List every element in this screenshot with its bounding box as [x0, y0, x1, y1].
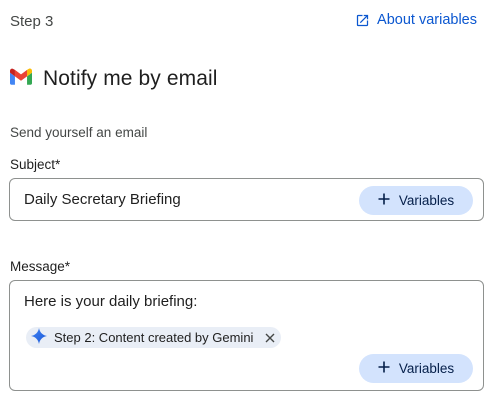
- message-label: Message*: [10, 259, 71, 274]
- about-variables-link[interactable]: About variables: [355, 12, 477, 28]
- variable-chip-label: Step 2: Content created by Gemini: [54, 330, 254, 345]
- plus-icon: [378, 193, 390, 208]
- message-text[interactable]: Here is your daily briefing:: [24, 293, 197, 310]
- open-in-new-icon: [355, 13, 370, 28]
- plus-icon: [378, 361, 390, 376]
- gmail-icon: [10, 68, 32, 90]
- subject-variables-button[interactable]: Variables: [359, 186, 473, 215]
- variables-button-label: Variables: [398, 193, 455, 208]
- message-field[interactable]: Here is your daily briefing: Step 2: Con…: [9, 280, 484, 391]
- action-title-row: Notify me by email: [10, 67, 218, 91]
- subject-value[interactable]: Daily Secretary Briefing: [24, 191, 181, 208]
- action-description: Send yourself an email: [10, 125, 148, 140]
- email-step-panel: Step 3 About variables Notify me by emai…: [0, 0, 499, 408]
- step-label: Step 3: [10, 13, 54, 30]
- about-variables-label: About variables: [377, 12, 477, 28]
- message-variables-button[interactable]: Variables: [359, 354, 473, 383]
- action-title: Notify me by email: [43, 67, 218, 90]
- subject-field[interactable]: Daily Secretary Briefing Variables: [9, 178, 484, 221]
- remove-chip-close-icon[interactable]: [265, 333, 275, 343]
- variable-chip[interactable]: Step 2: Content created by Gemini: [26, 327, 282, 348]
- gemini-sparkle-icon: [31, 328, 47, 347]
- variables-button-label: Variables: [398, 361, 455, 376]
- subject-label: Subject*: [10, 157, 61, 172]
